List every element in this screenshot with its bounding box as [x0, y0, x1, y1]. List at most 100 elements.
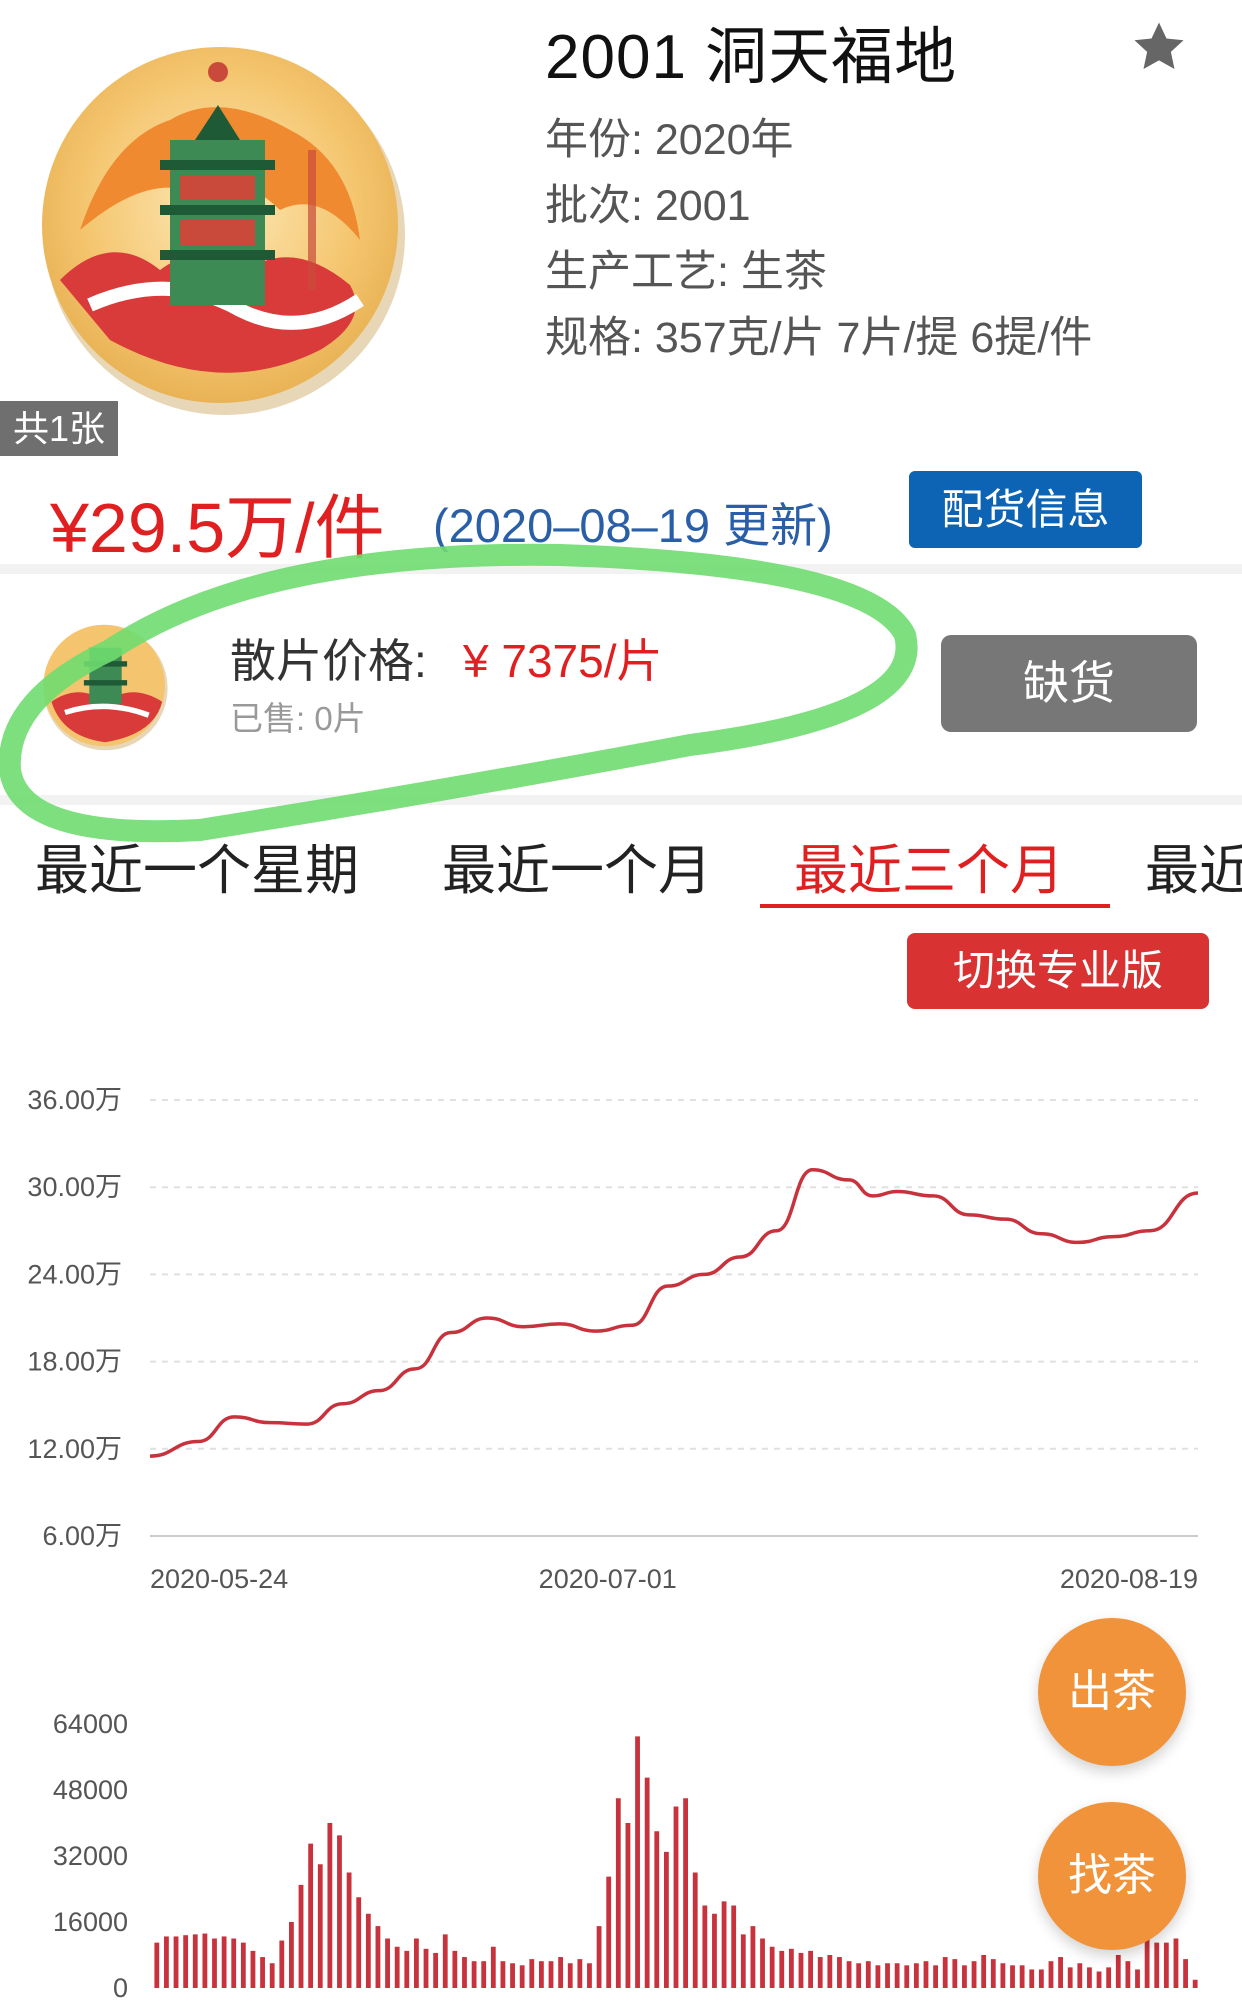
volume-bar — [154, 1942, 160, 1988]
volume-bar — [538, 1961, 544, 1988]
volume-bar — [981, 1955, 987, 1988]
volume-bar — [971, 1961, 977, 1988]
tab-more[interactable]: 最近 — [1145, 826, 1242, 905]
volume-bar — [942, 1957, 948, 1988]
favorite-star-icon[interactable] — [1128, 16, 1190, 78]
distribution-info-button[interactable]: 配货信息 — [909, 471, 1142, 548]
volume-bar — [337, 1835, 342, 1988]
volume-bar — [760, 1938, 765, 1988]
product-title: 2001 洞天福地 — [545, 23, 958, 92]
tab-last-week[interactable]: 最近一个星期 — [35, 826, 359, 905]
volume-bar — [490, 1946, 496, 1988]
volume-bar — [240, 1942, 246, 1988]
volume-bar — [308, 1843, 314, 1988]
volume-bar — [615, 1798, 621, 1988]
y-tick-label: 16000 — [53, 1907, 128, 1937]
y-tick-label: 36.00万 — [27, 1085, 122, 1115]
volume-bar — [625, 1823, 631, 1988]
slice-thumbnail — [43, 624, 168, 751]
y-tick-label: 18.00万 — [27, 1347, 122, 1377]
volume-bar — [192, 1934, 198, 1988]
volume-bar — [558, 1957, 564, 1988]
price-update-date: (2020–08–19 更新) — [433, 499, 833, 552]
switch-pro-version-button[interactable]: 切换专业版 — [907, 933, 1209, 1009]
y-tick-label: 48000 — [53, 1775, 128, 1805]
volume-bar — [1106, 1967, 1112, 1988]
volume-bar — [587, 1963, 592, 1988]
volume-bar — [731, 1905, 737, 1988]
volume-bar — [346, 1872, 352, 1988]
volume-bar — [1077, 1963, 1083, 1988]
out-of-stock-button[interactable]: 缺货 — [941, 635, 1197, 732]
volume-bar — [1135, 1969, 1140, 1988]
volume-bar — [990, 1959, 996, 1988]
volume-bar — [683, 1798, 689, 1988]
slice-price-label: 散片价格: — [230, 635, 427, 687]
volume-bar — [1154, 1942, 1160, 1988]
volume-bar — [269, 1963, 275, 1988]
spec-year: 年份: 2020年 — [545, 116, 794, 164]
volume-bar — [404, 1950, 410, 1988]
volume-bar — [510, 1963, 515, 1988]
spec-size: 规格: 357克/片 7片/提 6提/件 — [545, 314, 1093, 362]
x-tick-label: 2020-05-24 — [150, 1564, 288, 1594]
volume-bar — [414, 1938, 419, 1988]
slice-price-value: ¥ 7375/片 — [463, 635, 663, 687]
price-line-chart: 36.00万 30.00万 24.00万 18.00万 12.00万 6.00万 2020-… — [27, 1085, 1199, 1594]
volume-bar — [827, 1955, 833, 1988]
main-price: ¥29.5万/件 — [50, 489, 385, 567]
volume-bar — [279, 1940, 285, 1988]
price-series-line — [149, 1168, 1199, 1458]
y-tick-label: 24.00万 — [27, 1259, 122, 1289]
volume-bar — [327, 1823, 333, 1988]
image-count-badge: 共1张 — [0, 401, 118, 456]
volume-bar — [712, 1913, 717, 1988]
volume-bar — [375, 1926, 381, 1988]
volume-bar — [1010, 1965, 1015, 1988]
x-tick-label: 2020-07-01 — [539, 1564, 677, 1594]
volume-bar — [317, 1864, 323, 1988]
volume-bar — [779, 1950, 785, 1988]
volume-bar — [462, 1957, 467, 1988]
volume-bar — [663, 1851, 669, 1988]
volume-bar — [596, 1926, 602, 1988]
volume-bar — [260, 1957, 265, 1988]
volume-bar — [923, 1961, 929, 1988]
volume-bar — [817, 1957, 823, 1988]
volume-bar — [846, 1961, 852, 1988]
volume-bar — [1192, 1979, 1198, 1988]
volume-bar — [933, 1965, 938, 1988]
volume-bar — [202, 1933, 208, 1988]
volume-bar — [1067, 1967, 1073, 1988]
tea-cake-image[interactable] — [20, 20, 440, 440]
volume-bar — [567, 1963, 573, 1988]
find-tea-button[interactable]: 找茶 — [1038, 1802, 1186, 1950]
y-tick-label: 30.00万 — [27, 1172, 122, 1202]
volume-bar — [212, 1938, 217, 1988]
y-tick-label: 32000 — [53, 1841, 128, 1871]
volume-bar — [1183, 1959, 1188, 1988]
tab-last-three-months[interactable]: 最近三个月 — [794, 826, 1064, 905]
volume-bar — [808, 1950, 814, 1988]
volume-bar — [442, 1934, 448, 1988]
active-tab-indicator — [760, 904, 1110, 908]
volume-bar — [856, 1963, 862, 1988]
volume-bar — [452, 1950, 458, 1988]
volume-bar — [769, 1946, 775, 1988]
volume-bar — [654, 1831, 660, 1988]
volume-bar — [788, 1948, 794, 1988]
sell-tea-button[interactable]: 出茶 — [1038, 1618, 1186, 1766]
volume-bar — [885, 1963, 890, 1988]
volume-bar — [750, 1926, 756, 1988]
spec-process: 生产工艺: 生茶 — [545, 248, 827, 296]
volume-bar — [481, 1961, 487, 1988]
y-tick-label: 64000 — [53, 1709, 128, 1739]
volume-bar — [894, 1963, 900, 1988]
tab-last-month[interactable]: 最近一个月 — [442, 826, 712, 905]
volume-bar — [740, 1934, 746, 1988]
volume-bar — [1096, 1971, 1102, 1988]
volume-bar — [1058, 1957, 1063, 1988]
volume-bar — [164, 1936, 169, 1988]
volume-bar — [1163, 1942, 1169, 1988]
y-tick-label: 0 — [113, 1973, 128, 2003]
